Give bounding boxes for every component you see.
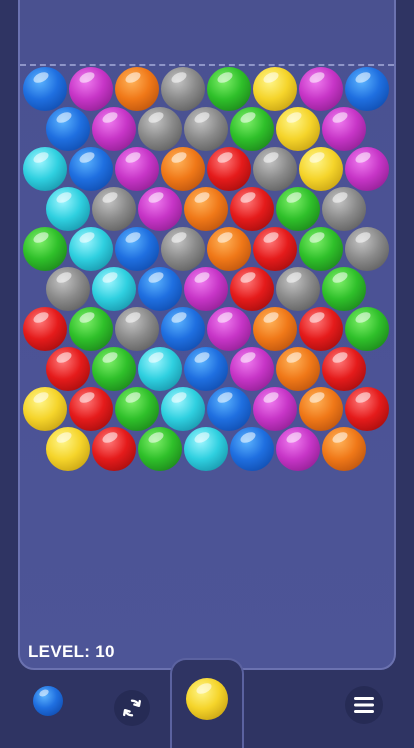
bubble-red xyxy=(299,307,343,351)
bubble-cyan xyxy=(46,187,90,231)
bubble-yellow xyxy=(253,67,297,111)
bubble-purple xyxy=(276,427,320,471)
bubble-red xyxy=(253,227,297,271)
bubble-orange xyxy=(184,187,228,231)
bubble-cyan xyxy=(23,147,67,191)
bubble-gray xyxy=(161,227,205,271)
bubble-red xyxy=(322,347,366,391)
bubble-red xyxy=(207,147,251,191)
bubble-orange xyxy=(322,427,366,471)
bubble-blue xyxy=(184,347,228,391)
bubble-gray xyxy=(161,67,205,111)
bubble-purple xyxy=(322,107,366,151)
bubble-orange xyxy=(207,227,251,271)
bubble-cyan xyxy=(92,267,136,311)
bubble-purple xyxy=(299,67,343,111)
bubble-purple xyxy=(138,187,182,231)
bubble-blue xyxy=(23,67,67,111)
bubble-red xyxy=(46,347,90,391)
bubble-yellow xyxy=(299,147,343,191)
bubble-green xyxy=(138,427,182,471)
bubble-gray xyxy=(46,267,90,311)
bubble-gray xyxy=(138,107,182,151)
bubble-green xyxy=(230,107,274,151)
bubble-gray xyxy=(115,307,159,351)
bubble-orange xyxy=(253,307,297,351)
menu-button[interactable] xyxy=(345,686,383,724)
bubble-green xyxy=(276,187,320,231)
bubble-gray xyxy=(92,187,136,231)
bubble-green xyxy=(207,67,251,111)
menu-icon xyxy=(354,697,374,713)
bubble-green xyxy=(69,307,113,351)
bubble-cyan xyxy=(184,427,228,471)
bubble-green xyxy=(345,307,389,351)
bubble-cyan xyxy=(138,347,182,391)
bubble-yellow xyxy=(46,427,90,471)
bubble-yellow xyxy=(276,107,320,151)
bubble-blue xyxy=(207,387,251,431)
danger-line xyxy=(20,64,394,66)
bubble-red xyxy=(23,307,67,351)
bubble-red xyxy=(230,187,274,231)
swap-icon xyxy=(123,699,141,717)
bubble-orange xyxy=(161,147,205,191)
bubble-orange xyxy=(276,347,320,391)
bubble-blue xyxy=(230,427,274,471)
bubble-blue xyxy=(115,227,159,271)
bubble-purple xyxy=(115,147,159,191)
bubble-orange xyxy=(299,387,343,431)
bubble-gray xyxy=(276,267,320,311)
bubble-gray xyxy=(184,107,228,151)
bubble-gray xyxy=(322,187,366,231)
bubble-blue xyxy=(46,107,90,151)
bubble-gray xyxy=(345,227,389,271)
bubble-blue xyxy=(138,267,182,311)
bubble-purple xyxy=(345,147,389,191)
bubble-purple xyxy=(92,107,136,151)
swap-button[interactable] xyxy=(114,690,150,726)
bubble-blue xyxy=(69,147,113,191)
next-bubble[interactable] xyxy=(33,686,63,716)
bubble-green xyxy=(92,347,136,391)
bubble-cyan xyxy=(69,227,113,271)
bubble-blue xyxy=(161,307,205,351)
bubble-purple xyxy=(184,267,228,311)
level-label: LEVEL: 10 xyxy=(28,642,115,661)
bubble-green xyxy=(299,227,343,271)
bubble-orange xyxy=(115,67,159,111)
bubble-purple xyxy=(253,387,297,431)
bubble-purple xyxy=(207,307,251,351)
current-bubble[interactable] xyxy=(186,678,228,720)
bubble-gray xyxy=(253,147,297,191)
bubble-purple xyxy=(230,347,274,391)
bubble-purple xyxy=(69,67,113,111)
bubble-yellow xyxy=(23,387,67,431)
bubble-green xyxy=(115,387,159,431)
bubble-blue xyxy=(345,67,389,111)
bubble-red xyxy=(345,387,389,431)
bubble-red xyxy=(230,267,274,311)
bubble-cyan xyxy=(161,387,205,431)
bubble-red xyxy=(92,427,136,471)
bubble-green xyxy=(322,267,366,311)
bubble-red xyxy=(69,387,113,431)
bubble-green xyxy=(23,227,67,271)
